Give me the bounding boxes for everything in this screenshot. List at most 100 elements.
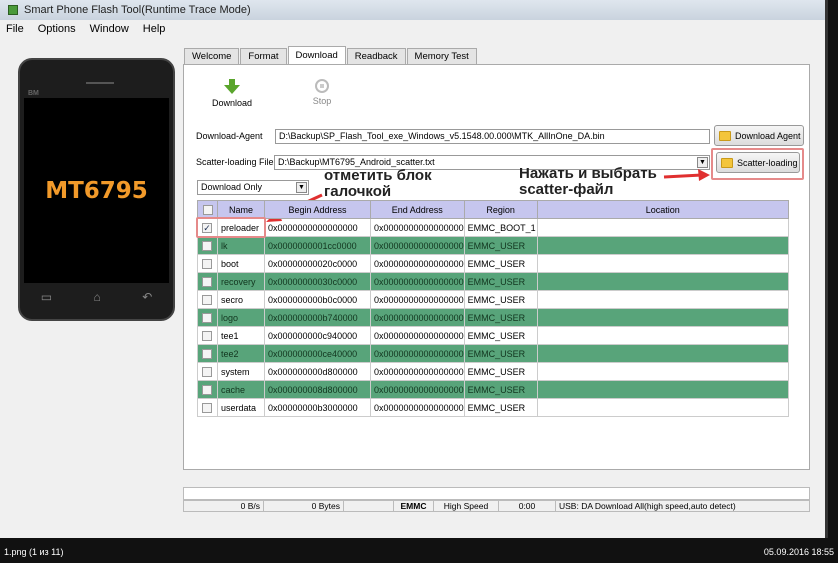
menu-help[interactable]: Help xyxy=(143,23,166,35)
cell-location xyxy=(536,326,790,345)
tab-readback[interactable]: Readback xyxy=(346,48,406,64)
cell-name: lk xyxy=(217,236,265,255)
menu-window[interactable]: Window xyxy=(90,23,129,35)
cell-name: boot xyxy=(217,254,265,273)
row-checkbox[interactable] xyxy=(202,402,212,413)
status-time: 0:00 xyxy=(499,501,556,511)
col-region[interactable]: Region xyxy=(463,200,538,219)
tab-download[interactable]: Download xyxy=(287,46,346,64)
cell-begin: 0x000000000ce40000 xyxy=(264,344,371,363)
cell-region: EMMC_USER xyxy=(463,290,538,309)
status-bar: 0 B/s 0 Bytes EMMC High Speed 0:00 USB: … xyxy=(183,500,810,512)
cell-begin: 0x00000000030c0000 xyxy=(264,272,371,291)
select-all-checkbox[interactable] xyxy=(202,204,213,215)
table-row[interactable]: cache 0x000000008d800000 0x000000000000000… xyxy=(197,380,790,399)
stop-label: Stop xyxy=(312,96,332,106)
cell-end: 0x0000000000000000 xyxy=(370,290,465,309)
cell-begin: 0x000000000d800000 xyxy=(264,362,371,381)
cell-begin: 0x000000000b740000 xyxy=(264,308,371,327)
table-row[interactable]: recovery 0x00000000030c0000 0x000000000000… xyxy=(197,272,790,291)
cell-end: 0x0000000000000000 xyxy=(370,398,465,417)
cell-region: EMMC_USER xyxy=(463,380,538,399)
menu-options[interactable]: Options xyxy=(38,23,76,35)
cell-name: tee2 xyxy=(217,344,265,363)
download-label: Download xyxy=(212,98,253,108)
cell-end: 0x0000000000000000 xyxy=(370,236,465,255)
arrowhead-icon xyxy=(698,169,710,181)
cell-location xyxy=(536,398,790,417)
table-row[interactable]: ✓ preloader 0x0000000000000000 0x0000000000… xyxy=(197,218,790,237)
table-row[interactable]: secro 0x000000000b0c0000 0x000000000000000… xyxy=(197,290,790,309)
cell-begin: 0x00000000b3000000 xyxy=(264,398,371,417)
cell-region: EMMC_USER xyxy=(463,326,538,345)
cell-begin: 0x0000000000000000 xyxy=(264,218,371,237)
row-checkbox[interactable] xyxy=(202,258,212,269)
cell-region: EMMC_USER xyxy=(463,308,538,327)
download-button[interactable]: Download xyxy=(212,79,252,108)
download-agent-label: Download-Agent xyxy=(196,131,263,141)
table-row[interactable]: system 0x000000000d800000 0x00000000000000… xyxy=(197,362,790,381)
cell-begin: 0x000000008d800000 xyxy=(264,380,371,399)
menu-file[interactable]: File xyxy=(6,23,24,35)
tab-welcome[interactable]: Welcome xyxy=(184,48,240,64)
cell-end: 0x0000000000000000 xyxy=(370,344,465,363)
col-location[interactable]: Location xyxy=(536,200,790,219)
cell-begin: 0x000000000c940000 xyxy=(264,326,371,345)
status-speed: 0 B/s xyxy=(184,501,264,511)
progress-bar xyxy=(183,487,810,500)
scatter-loading-button[interactable]: Scatter-loading xyxy=(716,152,800,173)
back-key-icon: ↶ xyxy=(142,290,153,304)
cell-end: 0x0000000000000000 xyxy=(370,362,465,381)
app-icon xyxy=(8,5,18,15)
row-checkbox[interactable] xyxy=(202,240,212,251)
cell-name: logo xyxy=(217,308,265,327)
col-name[interactable]: Name xyxy=(217,200,265,219)
status-empty xyxy=(344,501,394,511)
download-agent-button[interactable]: Download Agent xyxy=(714,125,804,146)
cell-name: tee1 xyxy=(217,326,265,345)
status-message: USB: DA Download All(high speed,auto det… xyxy=(559,501,736,511)
download-agent-button-label: Download Agent xyxy=(735,130,801,141)
cell-region: EMMC_USER xyxy=(463,344,538,363)
table-row[interactable]: lk 0x0000000001cc0000 0x0000000000000000 EM… xyxy=(197,236,790,255)
row-checkbox[interactable] xyxy=(202,384,212,395)
partition-table: Name Begin Address End Address Region Lo… xyxy=(197,200,790,417)
cell-location xyxy=(536,308,790,327)
row-checkbox[interactable] xyxy=(202,348,212,359)
cell-location xyxy=(536,272,790,291)
row-checkbox[interactable] xyxy=(202,294,212,305)
title-bar: Smart Phone Flash Tool(Runtime Trace Mod… xyxy=(0,0,825,20)
arrow-to-scatter-icon xyxy=(663,173,703,179)
app-window: Smart Phone Flash Tool(Runtime Trace Mod… xyxy=(0,0,828,538)
row-checkbox[interactable] xyxy=(202,276,212,287)
cell-region: EMMC_USER xyxy=(463,236,538,255)
row-checkbox[interactable] xyxy=(202,330,212,341)
tab-format[interactable]: Format xyxy=(240,48,287,64)
table-row[interactable]: boot 0x00000000020c0000 0x0000000000000000… xyxy=(197,254,790,273)
tab-memory-test[interactable]: Memory Test xyxy=(406,48,477,64)
table-row[interactable]: tee1 0x000000000c940000 0x0000000000000000… xyxy=(197,326,790,345)
row-checkbox[interactable] xyxy=(202,312,212,323)
cell-location xyxy=(536,254,790,273)
cell-end: 0x0000000000000000 xyxy=(370,218,465,237)
folder-icon xyxy=(719,130,731,141)
cell-end: 0x0000000000000000 xyxy=(370,272,465,291)
cell-end: 0x0000000000000000 xyxy=(370,380,465,399)
table-row[interactable]: logo 0x000000000b740000 0x0000000000000000… xyxy=(197,308,790,327)
window-title: Smart Phone Flash Tool(Runtime Trace Mod… xyxy=(24,4,251,16)
cell-name: cache xyxy=(217,380,265,399)
row-checkbox[interactable] xyxy=(202,366,212,377)
table-row[interactable]: tee2 0x000000000ce40000 0x0000000000000000… xyxy=(197,344,790,363)
phone-model: MT6795 xyxy=(24,98,169,283)
download-agent-field[interactable]: D:\Backup\SP_Flash_Tool_exe_Windows_v5.1… xyxy=(275,129,710,144)
cell-name: userdata xyxy=(217,398,265,417)
table-row[interactable]: userdata 0x00000000b3000000 0x000000000000… xyxy=(197,398,790,417)
viewer-file: 1.png (1 из 11) xyxy=(4,546,64,557)
cell-name: secro xyxy=(217,290,265,309)
col-begin[interactable]: Begin Address xyxy=(264,200,371,219)
cell-location xyxy=(536,290,790,309)
col-end[interactable]: End Address xyxy=(370,200,465,219)
stop-button[interactable]: Stop xyxy=(302,79,342,106)
phone-brand: BM xyxy=(28,90,39,97)
cell-region: EMMC_USER xyxy=(463,398,538,417)
